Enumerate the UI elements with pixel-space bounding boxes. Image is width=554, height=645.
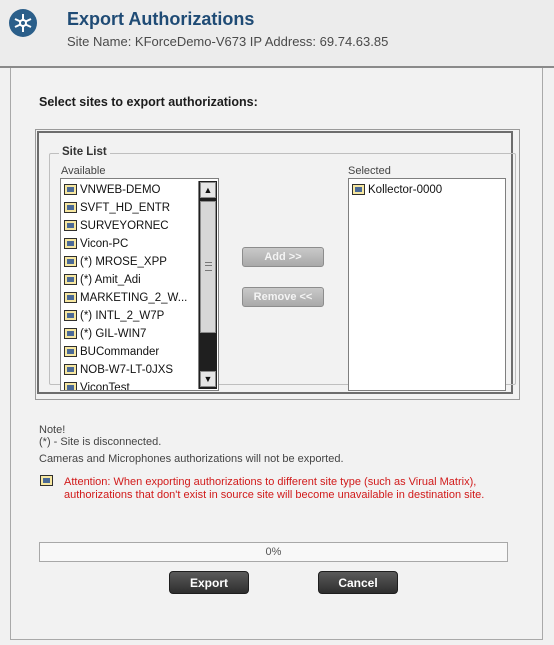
site-list-legend: Site List <box>59 146 110 158</box>
attention-line-2: authorizations that don't exist in sourc… <box>64 489 485 501</box>
computer-icon <box>64 238 77 249</box>
gear-logo-icon <box>9 9 37 37</box>
export-button[interactable]: Export <box>169 571 249 594</box>
computer-icon <box>64 364 77 375</box>
list-item[interactable]: (*) GIL-WIN7 <box>64 325 146 342</box>
list-item[interactable]: SURVEYORNEC <box>64 217 169 234</box>
note-cameras: Cameras and Microphones authorizations w… <box>39 453 344 465</box>
attention-line-1: Attention: When exporting authorizations… <box>64 476 477 488</box>
computer-icon <box>352 184 365 195</box>
available-sites-list[interactable]: VNWEB-DEMO SVFT_HD_ENTR SURVEYORNEC Vico… <box>60 178 219 391</box>
grip-icon <box>205 262 212 271</box>
available-list-scrollbar[interactable]: ▲ ▼ <box>198 181 217 389</box>
list-item[interactable]: (*) INTL_2_W7P <box>64 307 164 324</box>
cancel-button[interactable]: Cancel <box>318 571 398 594</box>
add-button[interactable]: Add >> <box>242 247 324 267</box>
computer-icon <box>64 382 77 390</box>
scroll-down-icon[interactable]: ▼ <box>200 371 216 387</box>
note-disconnected: (*) - Site is disconnected. <box>39 436 162 448</box>
available-label: Available <box>61 165 106 177</box>
computer-icon <box>64 220 77 231</box>
computer-icon <box>64 346 77 357</box>
note-title: Note! <box>39 424 66 436</box>
warning-computer-icon <box>40 475 53 486</box>
computer-icon <box>64 202 77 213</box>
header: Export Authorizations Site Name: KForceD… <box>0 0 554 68</box>
list-item[interactable]: NOB-W7-LT-0JXS <box>64 361 173 378</box>
list-item[interactable]: MARKETING_2_W... <box>64 289 187 306</box>
list-item[interactable]: SVFT_HD_ENTR <box>64 199 170 216</box>
computer-icon <box>64 274 77 285</box>
instruction-text: Select sites to export authorizations: <box>39 95 258 109</box>
computer-icon <box>64 310 77 321</box>
page-title: Export Authorizations <box>67 9 255 29</box>
computer-icon <box>64 184 77 195</box>
list-item[interactable]: (*) Amit_Adi <box>64 271 141 288</box>
list-item[interactable]: (*) MROSE_XPP <box>64 253 167 270</box>
site-info: Site Name: KForceDemo-V673 IP Address: 6… <box>67 34 389 49</box>
list-item[interactable]: VNWEB-DEMO <box>64 181 161 198</box>
progress-bar: 0% <box>39 542 508 562</box>
selected-sites-list[interactable]: Kollector-0000 <box>348 178 506 391</box>
scroll-thumb[interactable] <box>200 201 216 333</box>
progress-text: 0% <box>265 546 282 558</box>
list-item[interactable]: BUCommander <box>64 343 159 360</box>
computer-icon <box>64 292 77 303</box>
list-item[interactable]: ViconTest <box>64 379 130 390</box>
list-item[interactable]: Vicon-PC <box>64 235 128 252</box>
scroll-up-icon[interactable]: ▲ <box>200 182 216 198</box>
computer-icon <box>64 328 77 339</box>
computer-icon <box>64 256 77 267</box>
list-item[interactable]: Kollector-0000 <box>352 181 442 198</box>
remove-button[interactable]: Remove << <box>242 287 324 307</box>
selected-label: Selected <box>348 165 391 177</box>
